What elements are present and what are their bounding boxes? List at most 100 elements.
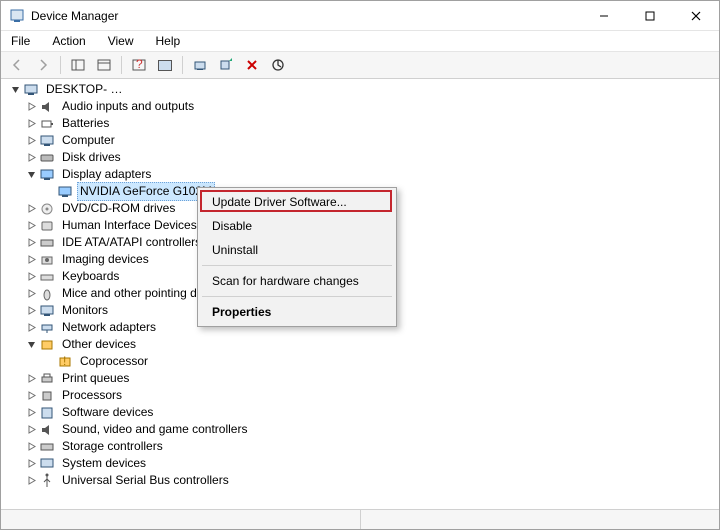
- storage-icon: [39, 439, 55, 455]
- menu-view[interactable]: View: [104, 32, 138, 50]
- caret-right-icon[interactable]: [25, 441, 37, 453]
- minimize-button[interactable]: [581, 1, 627, 30]
- tree-item-usb[interactable]: Universal Serial Bus controllers: [25, 472, 719, 489]
- warning-device-icon: !: [57, 354, 73, 370]
- status-bar-pane: [1, 510, 361, 529]
- svg-text:?: ?: [136, 58, 143, 71]
- context-menu-disable[interactable]: Disable: [200, 214, 394, 238]
- tree-item-system[interactable]: System devices: [25, 455, 719, 472]
- monitor-icon: [39, 303, 55, 319]
- computer-icon: [23, 82, 39, 98]
- caret-right-icon[interactable]: [25, 271, 37, 283]
- forward-button[interactable]: [31, 54, 55, 76]
- dvd-icon: [39, 201, 55, 217]
- tree-item-batteries[interactable]: Batteries: [25, 115, 719, 132]
- window-controls: [581, 1, 719, 30]
- audio-icon: [39, 99, 55, 115]
- disk-icon: [39, 150, 55, 166]
- toolbar: ?: [1, 51, 719, 79]
- sound-icon: [39, 422, 55, 438]
- caret-down-icon[interactable]: [25, 169, 37, 181]
- tree-item-processors[interactable]: Processors: [25, 387, 719, 404]
- tree-item-storage[interactable]: Storage controllers: [25, 438, 719, 455]
- caret-right-icon[interactable]: [25, 203, 37, 215]
- context-menu-separator: [202, 296, 392, 297]
- back-button[interactable]: [5, 54, 29, 76]
- tree-item-sound[interactable]: Sound, video and game controllers: [25, 421, 719, 438]
- usb-icon: [39, 473, 55, 489]
- imaging-icon: [39, 252, 55, 268]
- caret-right-icon[interactable]: [25, 237, 37, 249]
- caret-right-icon[interactable]: [25, 288, 37, 300]
- ide-icon: [39, 235, 55, 251]
- disable-button[interactable]: [266, 54, 290, 76]
- computer-icon: [39, 133, 55, 149]
- caret-right-icon[interactable]: [25, 475, 37, 487]
- mouse-icon: [39, 286, 55, 302]
- caret-right-icon[interactable]: [25, 322, 37, 334]
- caret-right-icon[interactable]: [25, 220, 37, 232]
- other-devices-icon: [39, 337, 55, 353]
- toolbar-separator: [60, 56, 61, 74]
- caret-down-icon[interactable]: [9, 84, 21, 96]
- caret-right-icon[interactable]: [25, 101, 37, 113]
- tree-item-coprocessor[interactable]: ! Coprocessor: [43, 353, 719, 370]
- context-menu-update-driver[interactable]: Update Driver Software...: [200, 190, 394, 214]
- toolbar-icon[interactable]: [153, 54, 177, 76]
- maximize-button[interactable]: [627, 1, 673, 30]
- display-adapter-icon: [57, 184, 73, 200]
- caret-right-icon[interactable]: [25, 135, 37, 147]
- menu-help[interactable]: Help: [152, 32, 185, 50]
- properties-button[interactable]: [92, 54, 116, 76]
- uninstall-button[interactable]: [240, 54, 264, 76]
- tree-item-computer[interactable]: Computer: [25, 132, 719, 149]
- printer-icon: [39, 371, 55, 387]
- caret-right-icon[interactable]: [25, 152, 37, 164]
- context-menu-uninstall[interactable]: Uninstall: [200, 238, 394, 262]
- tree-item-disk[interactable]: Disk drives: [25, 149, 719, 166]
- menu-file[interactable]: File: [7, 32, 34, 50]
- menubar: File Action View Help: [1, 31, 719, 51]
- context-menu-scan[interactable]: Scan for hardware changes: [200, 269, 394, 293]
- caret-right-icon[interactable]: [25, 390, 37, 402]
- update-driver-button[interactable]: [188, 54, 212, 76]
- status-bar: [1, 509, 719, 529]
- menu-action[interactable]: Action: [48, 32, 89, 50]
- network-icon: [39, 320, 55, 336]
- system-icon: [39, 456, 55, 472]
- software-icon: [39, 405, 55, 421]
- battery-icon: [39, 116, 55, 132]
- selected-device-label: NVIDIA GeForce G102M: [77, 182, 215, 201]
- tree-root[interactable]: DESKTOP- …: [7, 81, 719, 98]
- hid-icon: [39, 218, 55, 234]
- caret-none: [43, 186, 55, 198]
- help-button[interactable]: ?: [127, 54, 151, 76]
- show-hide-tree-button[interactable]: [66, 54, 90, 76]
- caret-right-icon[interactable]: [25, 407, 37, 419]
- tree-item-display-adapters[interactable]: Display adapters: [25, 166, 719, 183]
- window-title: Device Manager: [31, 9, 581, 23]
- cpu-icon: [39, 388, 55, 404]
- caret-none: [43, 356, 55, 368]
- context-menu-properties[interactable]: Properties: [200, 300, 394, 324]
- caret-right-icon[interactable]: [25, 458, 37, 470]
- caret-right-icon[interactable]: [25, 373, 37, 385]
- close-button[interactable]: [673, 1, 719, 30]
- caret-right-icon[interactable]: [25, 254, 37, 266]
- tree-item-other-devices[interactable]: Other devices: [25, 336, 719, 353]
- svg-text:!: !: [63, 354, 66, 368]
- caret-down-icon[interactable]: [25, 339, 37, 351]
- tree-item-printq[interactable]: Print queues: [25, 370, 719, 387]
- toolbar-separator: [182, 56, 183, 74]
- caret-right-icon[interactable]: [25, 424, 37, 436]
- titlebar: Device Manager: [1, 1, 719, 31]
- caret-right-icon[interactable]: [25, 305, 37, 317]
- context-menu: Update Driver Software... Disable Uninst…: [197, 187, 397, 327]
- tree-item-software[interactable]: Software devices: [25, 404, 719, 421]
- device-tree[interactable]: DESKTOP- … Audio inputs and outputs Batt…: [1, 79, 719, 509]
- status-bar-pane: [361, 510, 720, 529]
- caret-right-icon[interactable]: [25, 118, 37, 130]
- context-menu-separator: [202, 265, 392, 266]
- tree-item-audio[interactable]: Audio inputs and outputs: [25, 98, 719, 115]
- scan-hardware-button[interactable]: [214, 54, 238, 76]
